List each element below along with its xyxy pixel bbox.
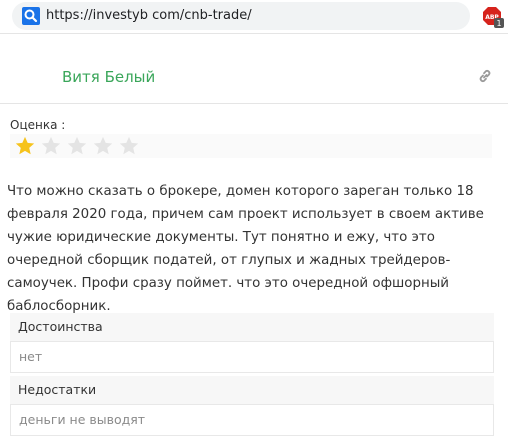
star-icon xyxy=(119,136,139,155)
url-text[interactable]: https://investyb com/cnb-trade/ xyxy=(46,8,252,23)
pros-label: Достоинства xyxy=(10,313,494,341)
search-icon xyxy=(22,7,40,25)
star-icon xyxy=(15,136,35,155)
review-text: Что можно сказать о брокере, домен котор… xyxy=(7,184,484,314)
cons-label: Недостатки xyxy=(10,376,494,404)
rating-stars xyxy=(10,134,492,158)
star-icon xyxy=(93,136,113,155)
review-author[interactable]: Витя Белый xyxy=(62,68,155,86)
rating-label: Оценка : xyxy=(10,118,66,132)
pros-value: нет xyxy=(10,341,494,373)
divider xyxy=(0,103,508,104)
star-icon xyxy=(67,136,87,155)
star-icon xyxy=(41,136,61,155)
extension-badge-count: 1 xyxy=(496,19,501,28)
link-icon[interactable] xyxy=(477,68,493,84)
divider xyxy=(0,33,508,34)
adblock-extension-icon[interactable]: ABP 1 xyxy=(482,6,504,28)
cons-value: деньги не выводят xyxy=(10,404,494,436)
address-bar[interactable]: https://investyb com/cnb-trade/ xyxy=(12,2,470,30)
